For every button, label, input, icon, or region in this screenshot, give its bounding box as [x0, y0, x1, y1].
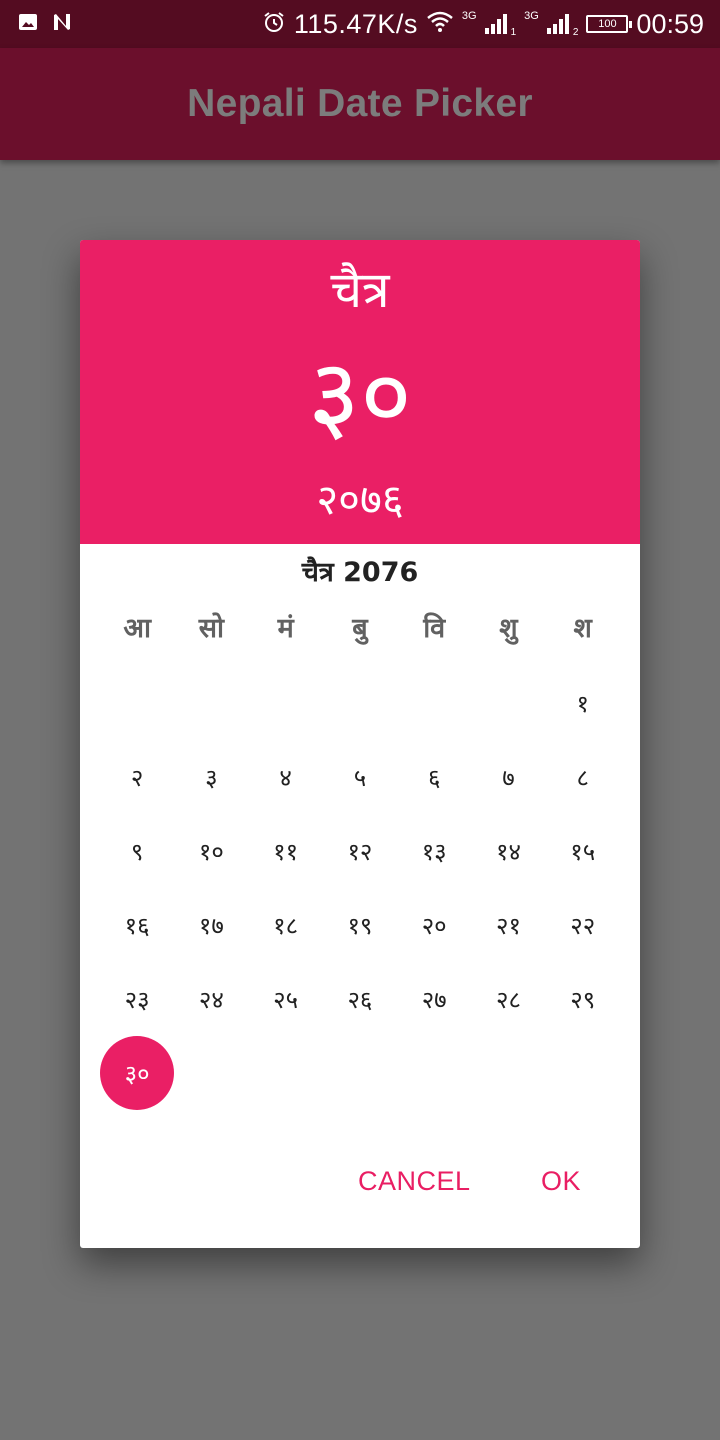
weekday-sat: श — [573, 613, 592, 644]
calendar-week: २ ३ ४ ५ ६ ७ ८ — [100, 740, 620, 814]
day-cell[interactable]: २३ — [100, 962, 174, 1036]
battery-icon: 100 — [586, 15, 633, 33]
day-cell-empty — [323, 666, 397, 740]
day-cell[interactable]: १४ — [471, 814, 545, 888]
day-cell[interactable]: २० — [397, 888, 471, 962]
n-notification-icon — [52, 12, 74, 37]
selected-day-label: ३० — [100, 1036, 175, 1110]
sim-2-label: 2 — [572, 26, 579, 38]
calendar-week: १६ १७ १८ १९ २० २१ २२ — [100, 888, 620, 962]
day-cell[interactable]: २ — [100, 740, 174, 814]
app-title: Nepali Date Picker — [187, 82, 533, 125]
wifi-icon — [426, 11, 454, 38]
day-cell[interactable]: २६ — [323, 962, 397, 1036]
day-cell[interactable]: ७ — [471, 740, 545, 814]
day-cell[interactable]: १० — [174, 814, 248, 888]
day-cell[interactable]: २८ — [471, 962, 545, 1036]
signal-1-icon — [484, 14, 507, 34]
date-header: चैत्र ३० २०७६ — [80, 240, 640, 544]
app-bar: Nepali Date Picker — [0, 48, 720, 160]
calendar-month-title: चैत्र 2076 — [301, 557, 419, 588]
day-cell[interactable]: १३ — [397, 814, 471, 888]
network-speed: 115.47K/s — [293, 8, 418, 39]
cancel-button[interactable]: CANCEL — [358, 1166, 471, 1197]
day-cell[interactable]: ४ — [249, 740, 323, 814]
weekday-wed: बु — [352, 613, 368, 644]
weekday-header: आ सो मं बु वि शु श — [100, 608, 620, 648]
selected-month[interactable]: चैत्र — [80, 254, 640, 322]
day-cell[interactable]: १६ — [100, 888, 174, 962]
day-cell[interactable]: २४ — [174, 962, 248, 1036]
day-cell[interactable]: ३ — [174, 740, 248, 814]
day-cell[interactable]: १७ — [174, 888, 248, 962]
day-cell[interactable]: १९ — [323, 888, 397, 962]
selected-day[interactable]: ३० — [80, 336, 640, 456]
day-cell-empty — [397, 666, 471, 740]
day-cell[interactable]: २९ — [546, 962, 620, 1036]
day-cell[interactable]: २७ — [397, 962, 471, 1036]
weekday-fri: शु — [499, 613, 518, 644]
day-cell-empty — [249, 1036, 323, 1110]
weekday-mon: सो — [198, 613, 225, 644]
day-cell[interactable]: ५ — [323, 740, 397, 814]
dialog-actions: CANCEL OK — [80, 1156, 640, 1216]
day-cell[interactable]: ८ — [546, 740, 620, 814]
network-type-1: 3G — [461, 10, 477, 22]
weekday-tue: मं — [277, 613, 294, 644]
day-cell-empty — [174, 666, 248, 740]
ok-button[interactable]: OK — [541, 1166, 581, 1197]
calendar-week: १ — [100, 666, 620, 740]
day-cell[interactable]: २५ — [249, 962, 323, 1036]
day-cell[interactable]: ६ — [397, 740, 471, 814]
day-cell[interactable]: १५ — [546, 814, 620, 888]
day-cell-empty — [546, 1036, 620, 1110]
day-cell-empty — [397, 1036, 471, 1110]
calendar-week: ९ १० ११ १२ १३ १४ १५ — [100, 814, 620, 888]
day-cell-empty — [174, 1036, 248, 1110]
selected-year[interactable]: २०७६ — [80, 470, 640, 527]
day-cell-empty — [100, 666, 174, 740]
day-cell[interactable]: १२ — [323, 814, 397, 888]
status-bar: 115.47K/s 3G 1 3G 2 100 00:59 — [0, 0, 720, 48]
signal-2-icon — [546, 14, 569, 34]
network-type-2: 3G — [524, 10, 539, 22]
day-cell-empty — [249, 666, 323, 740]
day-cell-empty — [323, 1036, 397, 1110]
image-notification-icon — [18, 12, 38, 37]
day-cell[interactable]: १ — [546, 666, 620, 740]
weekday-thu: वि — [423, 613, 446, 644]
alarm-icon — [262, 10, 286, 39]
day-cell[interactable]: २२ — [546, 888, 620, 962]
day-cell[interactable]: ९ — [100, 814, 174, 888]
day-cell-empty — [471, 1036, 545, 1110]
weekday-sun: आ — [123, 613, 151, 644]
day-cell[interactable]: २१ — [471, 888, 545, 962]
day-cell[interactable]: ११ — [249, 814, 323, 888]
day-cell[interactable]: १८ — [249, 888, 323, 962]
date-picker-dialog: चैत्र ३० २०७६ चैत्र 2076 आ सो मं बु वि श… — [80, 240, 640, 1248]
clock: 00:59 — [636, 8, 704, 39]
sim-1-label: 1 — [510, 26, 517, 38]
calendar-week: ३० — [100, 1036, 620, 1110]
day-cell-empty — [471, 666, 545, 740]
calendar-week: २३ २४ २५ २६ २७ २८ २९ — [100, 962, 620, 1036]
day-cell-selected[interactable]: ३० — [100, 1036, 175, 1110]
